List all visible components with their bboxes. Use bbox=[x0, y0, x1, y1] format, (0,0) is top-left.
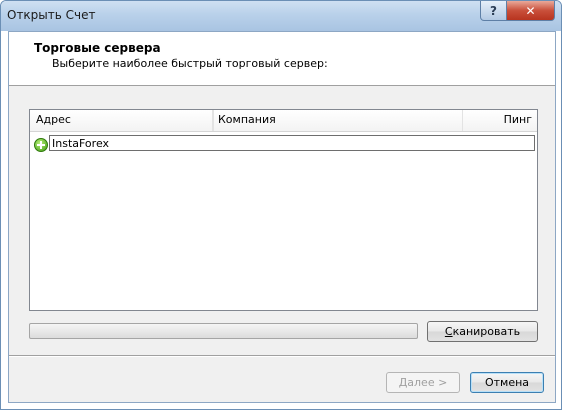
window-title: Открыть Счет bbox=[7, 8, 96, 22]
scan-progress-bar bbox=[29, 323, 418, 339]
scan-button[interactable]: Сканировать bbox=[427, 321, 538, 342]
next-button-accel: Д bbox=[398, 376, 408, 389]
next-button-label: алее > bbox=[407, 376, 448, 389]
page-title: Торговые сервера bbox=[34, 41, 161, 55]
title-bar[interactable]: Открыть Счет ? ✕ bbox=[1, 1, 561, 31]
scan-button-accel: С bbox=[444, 325, 453, 338]
cancel-button[interactable]: Отмена bbox=[470, 372, 544, 393]
footer-divider bbox=[9, 355, 555, 357]
next-button[interactable]: Далее > bbox=[386, 372, 460, 393]
close-button[interactable]: ✕ bbox=[506, 1, 555, 21]
help-icon: ? bbox=[490, 3, 497, 18]
column-header-address[interactable]: Адрес bbox=[30, 110, 213, 131]
dialog-window: Открыть Счет ? ✕ Торговые сервера Выбери… bbox=[0, 0, 562, 410]
scan-button-label: канировать bbox=[452, 325, 521, 338]
server-list[interactable]: Адрес Компания Пинг bbox=[29, 109, 538, 311]
page-subtitle: Выберите наиболее быстрый торговый серве… bbox=[52, 57, 328, 70]
dialog-body: Торговые сервера Выберите наиболее быстр… bbox=[8, 31, 556, 403]
header-band: Торговые сервера Выберите наиболее быстр… bbox=[9, 32, 555, 86]
close-icon: ✕ bbox=[525, 3, 536, 18]
column-header-ping[interactable]: Пинг bbox=[462, 110, 538, 131]
server-address-input[interactable] bbox=[49, 135, 535, 151]
column-header-company[interactable]: Компания bbox=[213, 110, 463, 131]
list-item[interactable] bbox=[30, 134, 537, 154]
list-header: Адрес Компания Пинг bbox=[30, 110, 537, 132]
column-header-company-label: Компания bbox=[218, 113, 276, 126]
help-button[interactable]: ? bbox=[480, 1, 507, 21]
add-icon bbox=[34, 138, 48, 152]
